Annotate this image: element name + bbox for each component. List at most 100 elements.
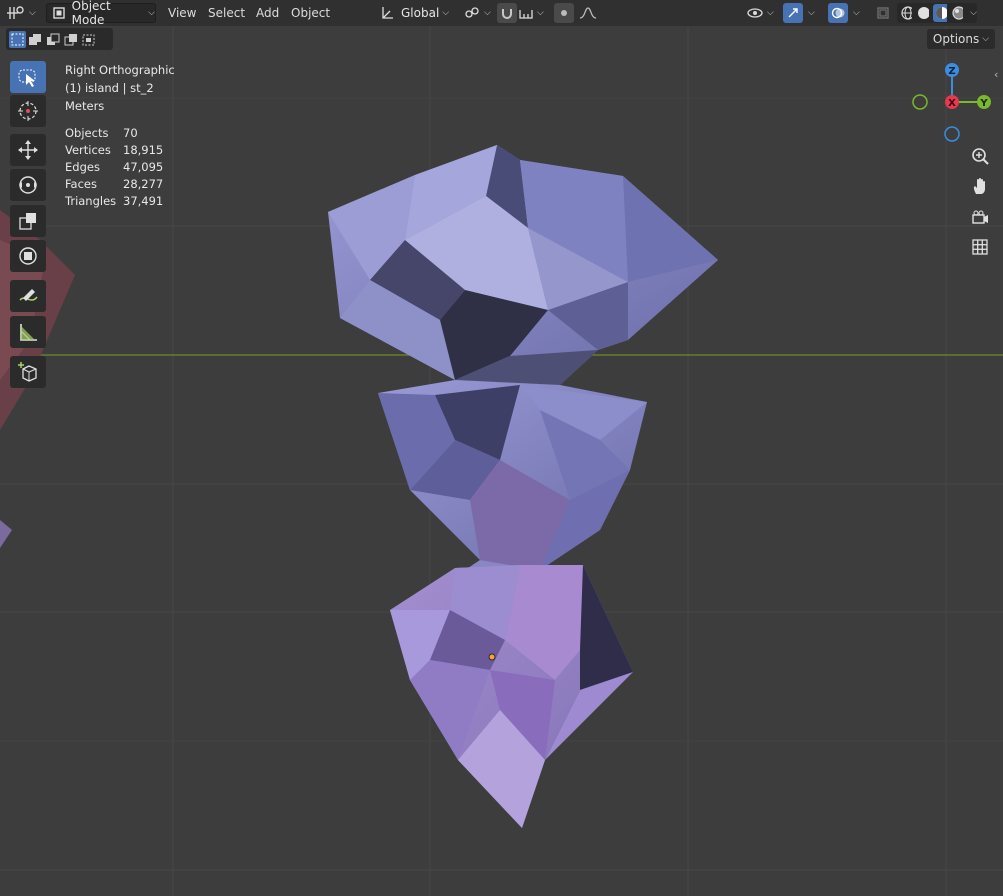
stat-label: Faces xyxy=(65,177,97,191)
falloff-curve-icon xyxy=(579,7,597,19)
select-intersect-button[interactable] xyxy=(81,31,98,48)
proportional-edit-toggle[interactable] xyxy=(554,3,574,23)
move-icon xyxy=(18,140,38,160)
tool-cursor[interactable] xyxy=(10,95,46,127)
menu-object[interactable]: Object xyxy=(291,4,330,22)
tool-add-cube[interactable] xyxy=(10,356,46,388)
snap-increment-icon xyxy=(519,10,533,19)
neg-z-axis-handle xyxy=(944,126,960,142)
tool-select-box[interactable] xyxy=(10,61,46,93)
tool-rotate[interactable] xyxy=(10,169,46,201)
active-collection: (1) island | st_2 xyxy=(65,81,154,95)
pan-button[interactable] xyxy=(966,172,994,200)
select-new-icon xyxy=(11,33,24,45)
select-mode-buttons xyxy=(6,28,113,50)
pivot-point-dropdown[interactable]: ⌵ xyxy=(463,3,493,23)
tool-annotate[interactable] xyxy=(10,280,46,312)
orientation-axes-icon xyxy=(382,7,393,19)
options-dropdown[interactable]: Options ⌵ xyxy=(927,29,995,49)
menu-view[interactable]: View xyxy=(168,4,196,22)
menu-add[interactable]: Add xyxy=(256,4,279,22)
stat-label: Edges xyxy=(65,160,100,174)
stat-label: Objects xyxy=(65,126,109,140)
neg-y-axis-handle xyxy=(912,94,928,110)
editor-type-icon xyxy=(7,6,24,19)
scene-statistics: Objects 70 Vertices 18,915 Edges 47,095 Fac… xyxy=(65,125,163,210)
material-shading-icon[interactable] xyxy=(932,4,947,22)
editor-type-button[interactable]: ⌵ xyxy=(6,3,42,23)
ortho-toggle-button[interactable] xyxy=(966,233,994,261)
annotate-icon xyxy=(19,289,38,301)
view-name: Right Orthographic xyxy=(65,63,175,77)
rotate-icon xyxy=(19,176,37,194)
chevron-down-icon: ⌵ xyxy=(808,8,815,18)
transform-icon xyxy=(19,247,37,265)
stat-row: Vertices 18,915 xyxy=(65,142,163,159)
viewport-header: ⌵ Object Mode ⌵ View Select Add Object G… xyxy=(0,0,1003,27)
select-invert-button[interactable] xyxy=(63,31,80,48)
select-new-button[interactable] xyxy=(9,30,26,48)
chevron-down-icon: ⌵ xyxy=(148,8,155,18)
3d-viewport[interactable]: ⌵ Object Mode ⌵ View Select Add Object G… xyxy=(0,0,1003,896)
stat-value: 28,277 xyxy=(123,177,164,191)
scale-icon xyxy=(19,213,36,230)
stat-row: Objects 70 xyxy=(65,125,163,142)
gizmo-dropdown[interactable]: ⌵ xyxy=(805,3,819,23)
zoom-button[interactable] xyxy=(966,142,994,170)
navigation-gizmo[interactable]: Z X Y xyxy=(907,57,997,147)
stat-row: Triangles 37,491 xyxy=(65,193,163,210)
xray-icon xyxy=(877,7,889,19)
chevron-down-icon: ⌵ xyxy=(767,8,774,18)
overlays-toggle[interactable] xyxy=(828,3,848,23)
falloff-dropdown[interactable] xyxy=(576,3,600,23)
stat-label: Triangles xyxy=(65,194,117,208)
stat-row: Faces 28,277 xyxy=(65,176,163,193)
proportional-edit-icon xyxy=(561,10,567,16)
z-axis-label: Z xyxy=(948,66,955,77)
shading-modes: ⌵ xyxy=(897,3,977,23)
stat-row: Edges 47,095 xyxy=(65,159,163,176)
visibility-dropdown[interactable]: ⌵ xyxy=(746,3,778,23)
chevron-down-icon: ⌵ xyxy=(484,8,491,18)
y-axis-label: Y xyxy=(979,98,988,109)
grid-icon xyxy=(972,239,988,255)
gizmo-icon xyxy=(788,8,798,18)
tool-measure[interactable] xyxy=(10,316,46,348)
viewport-info: Right Orthographic (1) island | st_2 Met… xyxy=(65,61,175,115)
tool-transform[interactable] xyxy=(10,240,46,272)
tool-move[interactable] xyxy=(10,134,46,166)
x-axis-label: X xyxy=(948,98,956,109)
select-extend-icon xyxy=(29,33,41,45)
chevron-down-icon: ⌵ xyxy=(29,8,36,18)
options-label: Options xyxy=(932,32,980,46)
rendered-shading-icon[interactable] xyxy=(951,5,964,21)
cursor-icon xyxy=(18,101,38,121)
units-label: Meters xyxy=(65,99,105,113)
zoom-icon xyxy=(972,148,989,165)
stat-value: 47,095 xyxy=(123,160,164,174)
hand-pan-icon xyxy=(973,178,985,194)
snap-target-dropdown[interactable]: ⌵ xyxy=(518,3,548,23)
tool-scale[interactable] xyxy=(10,205,46,237)
select-box-icon xyxy=(18,69,36,87)
stat-value: 70 xyxy=(123,126,138,140)
select-extend-button[interactable] xyxy=(27,31,44,48)
stat-label: Vertices xyxy=(65,143,111,157)
eye-icon xyxy=(747,8,763,18)
xray-toggle[interactable] xyxy=(873,3,893,23)
stat-value: 18,915 xyxy=(123,143,164,157)
menu-select[interactable]: Select xyxy=(208,4,245,22)
camera-icon xyxy=(972,210,988,224)
chevron-down-icon: ⌵ xyxy=(442,8,450,18)
mode-dropdown[interactable]: Object Mode ⌵ xyxy=(46,0,156,27)
wireframe-shading-icon[interactable] xyxy=(900,5,913,21)
snap-toggle[interactable] xyxy=(497,3,517,23)
gizmo-toggle[interactable] xyxy=(783,3,803,23)
transform-orientation-dropdown[interactable]: Global ⌵ xyxy=(377,3,455,23)
chevron-down-icon: ⌵ xyxy=(537,8,544,18)
solid-shading-icon[interactable] xyxy=(916,5,929,21)
overlays-dropdown[interactable]: ⌵ xyxy=(850,3,864,23)
camera-view-button[interactable] xyxy=(966,203,994,231)
mode-label: Object Mode xyxy=(71,0,111,27)
select-subtract-button[interactable] xyxy=(45,31,62,48)
